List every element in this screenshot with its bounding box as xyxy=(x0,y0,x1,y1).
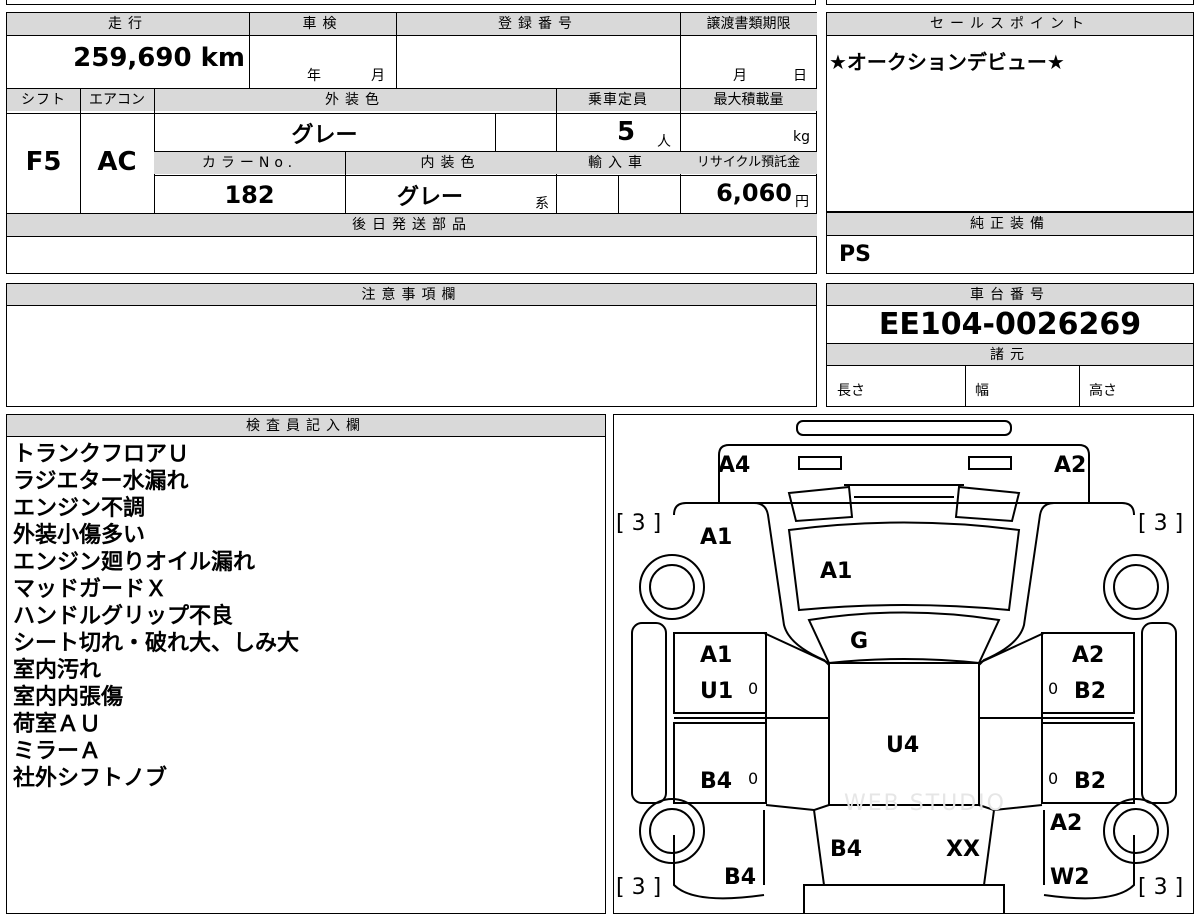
exterior-color-value: グレー xyxy=(291,123,358,148)
spec-width: 幅 xyxy=(975,383,989,399)
tire-rear-right: [ 3 ] xyxy=(1138,875,1184,900)
shift-header: シフト xyxy=(7,89,80,111)
interior-suffix: 系 xyxy=(535,196,549,212)
equipment-value: PS xyxy=(827,235,1193,273)
exterior-color-header: 外装色 xyxy=(154,89,556,111)
registration-header: 登録番号 xyxy=(396,13,680,35)
capacity-value: 5 xyxy=(617,117,636,147)
car-diagram-panel: [ 3 ] [ 3 ] [ 3 ] [ 3 ] A4 A2 A1 A1 G A1… xyxy=(613,414,1194,914)
recycle-header: リサイクル預託金 xyxy=(680,152,817,174)
transfer-day: 日 xyxy=(793,68,807,84)
sales-point-panel: セールスポイント ★オークションデビュー★ xyxy=(826,12,1194,212)
note-item: 荷室ＡＵ xyxy=(13,712,102,737)
import-header: 輸入車 xyxy=(556,152,680,174)
tire-rear-left: [ 3 ] xyxy=(616,875,662,900)
inspection-header: 車検 xyxy=(249,13,396,35)
sales-point-text: ★オークションデビュー★ xyxy=(827,35,1193,85)
zero-mark: 0 xyxy=(1048,769,1059,788)
color-no-header: カラーNo. xyxy=(154,152,345,174)
later-parts-header: 後日発送部品 xyxy=(7,214,817,236)
color-no-value: 182 xyxy=(224,181,275,209)
mark-front-right: A2 xyxy=(1054,453,1087,478)
watermark: WEB STUDIO xyxy=(844,791,1006,816)
chassis-panel: 車台番号 EE104-0026269 諸元 長さ 幅 高さ xyxy=(826,283,1194,407)
interior-color-value: グレー xyxy=(396,185,463,210)
inspector-panel: 検査員記入欄 トランクフロアＵ ラジエター水漏れ エンジン不調 外装小傷多い エ… xyxy=(6,414,606,914)
tire-front-left: [ 3 ] xyxy=(616,511,662,536)
specs-header: 諸元 xyxy=(827,344,1193,366)
notes-panel: 注意事項欄 xyxy=(6,283,817,407)
mark-hood: A1 xyxy=(820,559,853,584)
note-item: ラジエター水漏れ xyxy=(13,469,189,494)
inspector-header: 検査員記入欄 xyxy=(7,415,605,437)
note-item: エンジン不調 xyxy=(13,496,146,521)
sales-point-header: セールスポイント xyxy=(827,13,1193,35)
equipment-header: 純正装備 xyxy=(827,213,1193,235)
mark-roof: U4 xyxy=(886,733,920,758)
max-load-unit: kg xyxy=(793,129,810,145)
note-item: 室内汚れ xyxy=(13,658,102,683)
note-item: ハンドルグリップ不良 xyxy=(13,604,234,629)
note-item: マッドガードＸ xyxy=(13,577,168,602)
mileage-value: 259,690 km xyxy=(73,43,245,73)
capacity-unit: 人 xyxy=(657,134,671,150)
transfer-deadline-header: 譲渡書類期限 xyxy=(680,13,817,35)
mark-rear-left: B4 xyxy=(724,865,757,890)
mark-front-left: A4 xyxy=(718,453,751,478)
zero-mark: 0 xyxy=(1048,679,1059,698)
tire-front-right: [ 3 ] xyxy=(1138,511,1184,536)
mark-fender-left: A1 xyxy=(700,525,733,550)
equipment-panel: 純正装備 PS xyxy=(826,212,1194,274)
capacity-header: 乗車定員 xyxy=(556,89,680,111)
mark-door-front-left: A1 xyxy=(700,643,733,668)
mileage-header: 走行 xyxy=(7,13,249,35)
mark-door-rear-left: B4 xyxy=(700,769,733,794)
interior-color-header: 内装色 xyxy=(345,152,556,174)
mark-door-rear-right: B2 xyxy=(1074,769,1107,794)
notes-header: 注意事項欄 xyxy=(7,284,816,306)
spec-length: 長さ xyxy=(837,383,865,399)
inspection-year: 年 xyxy=(307,68,321,84)
note-item: シート切れ・破れ大、しみ大 xyxy=(13,631,300,656)
mark-rocker-left: U1 xyxy=(700,679,734,704)
top-strip xyxy=(6,0,816,5)
note-item: 室内内張傷 xyxy=(13,685,124,710)
mark-trunk-right: XX xyxy=(946,837,980,862)
zero-mark: 0 xyxy=(748,769,759,788)
mark-rocker-right: B2 xyxy=(1074,679,1107,704)
mark-rear-right: W2 xyxy=(1050,865,1090,890)
top-strip-right xyxy=(826,0,1194,5)
note-item: 外装小傷多い xyxy=(13,523,146,548)
shift-value: F5 xyxy=(25,147,62,177)
note-item: 社外シフトノブ xyxy=(13,766,168,791)
zero-mark: 0 xyxy=(748,679,759,698)
note-item: ミラーＡ xyxy=(13,739,102,764)
aircon-value: AC xyxy=(97,147,137,177)
chassis-header: 車台番号 xyxy=(827,284,1193,306)
mark-windshield: G xyxy=(850,629,869,654)
transfer-month: 月 xyxy=(733,68,747,84)
recycle-value: 6,060 xyxy=(716,179,792,207)
max-load-header: 最大積載量 xyxy=(680,89,817,111)
inspection-month: 月 xyxy=(371,68,385,84)
inspector-notes-list: トランクフロアＵ ラジエター水漏れ エンジン不調 外装小傷多い エンジン廻りオイ… xyxy=(7,437,605,796)
mark-trunk-left: B4 xyxy=(830,837,863,862)
note-item: エンジン廻りオイル漏れ xyxy=(13,550,256,575)
aircon-header: エアコン xyxy=(80,89,154,111)
recycle-unit: 円 xyxy=(795,194,809,210)
mark-door-front-right: A2 xyxy=(1072,643,1105,668)
vehicle-info-table: 走行 車検 登録番号 譲渡書類期限 259,690 km 年 月 月 日 シフト… xyxy=(6,12,817,274)
note-item: トランクフロアＵ xyxy=(13,442,190,467)
spec-height: 高さ xyxy=(1089,383,1117,399)
mark-quarter-right: A2 xyxy=(1050,811,1083,836)
chassis-number: EE104-0026269 xyxy=(827,306,1193,344)
